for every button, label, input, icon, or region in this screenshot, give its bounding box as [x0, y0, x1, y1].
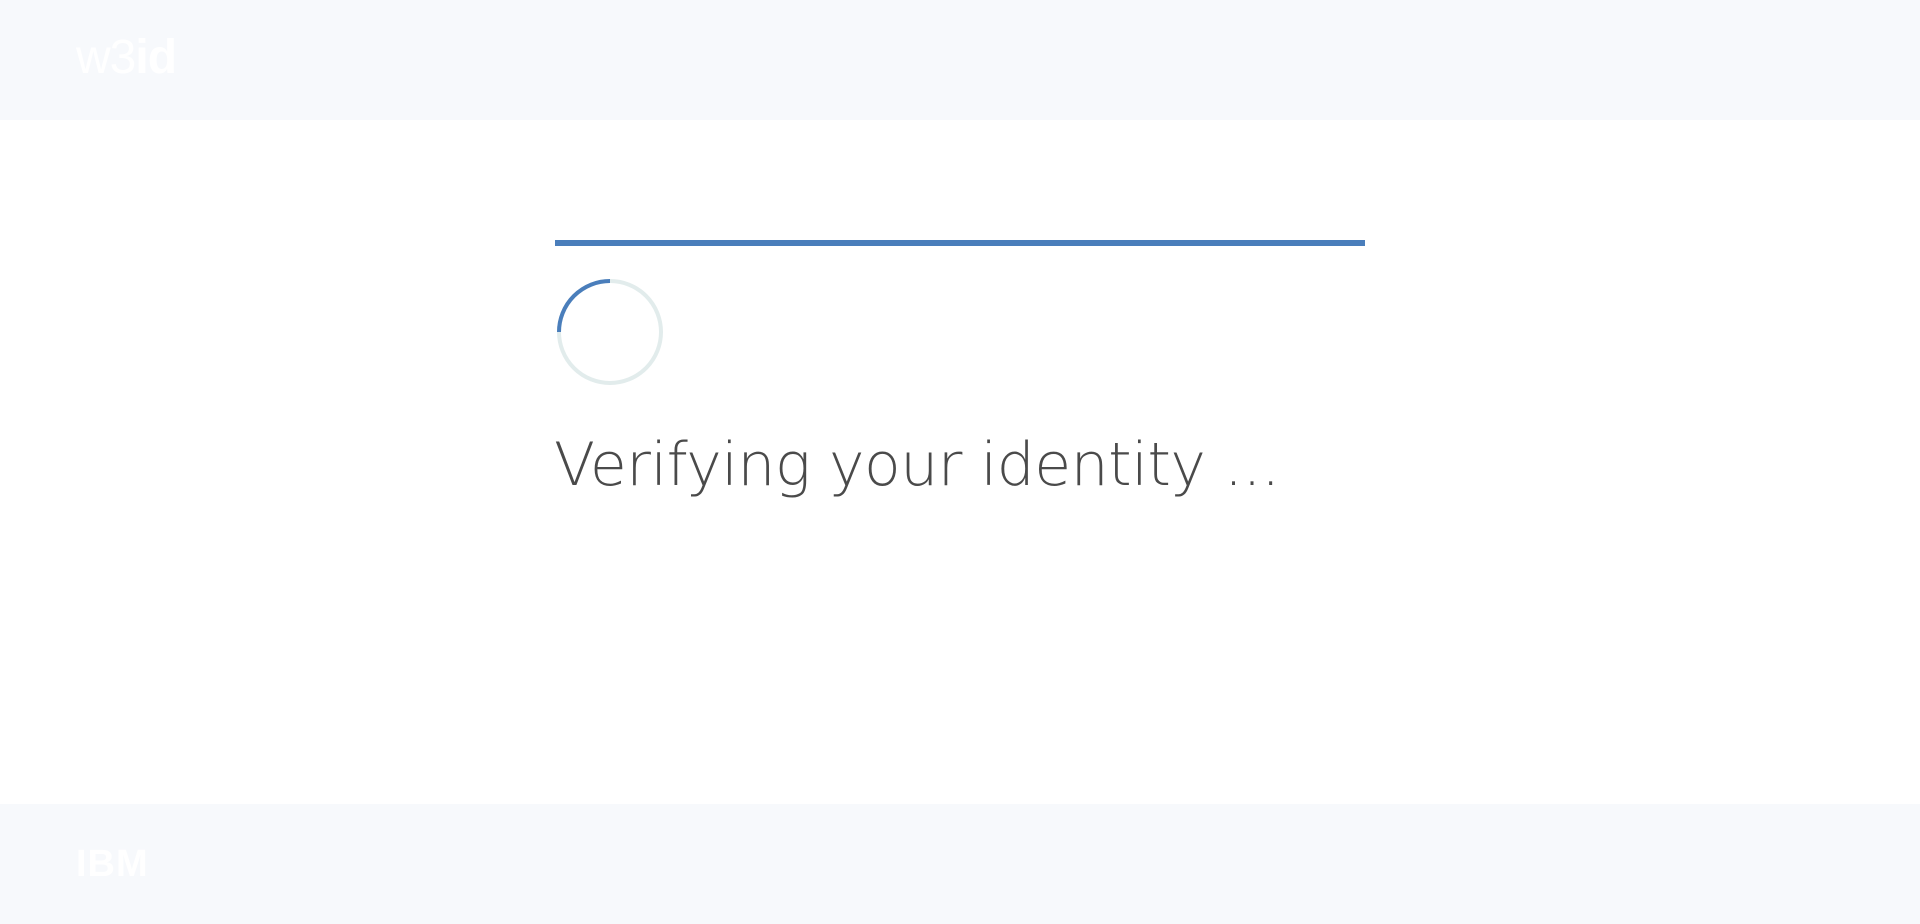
logo-bold-part: id	[135, 31, 177, 84]
ibm-logo: IBM	[76, 843, 149, 885]
w3id-logo: w3id	[76, 30, 177, 86]
loading-spinner-icon	[557, 279, 663, 385]
page-footer	[0, 804, 1920, 924]
spinner-arc	[557, 279, 611, 333]
page-header: w3id	[0, 0, 1920, 120]
logo-light-part: w3	[76, 31, 136, 84]
accent-rule	[555, 240, 1365, 246]
status-message: Verifying your identity ...	[554, 430, 1280, 500]
